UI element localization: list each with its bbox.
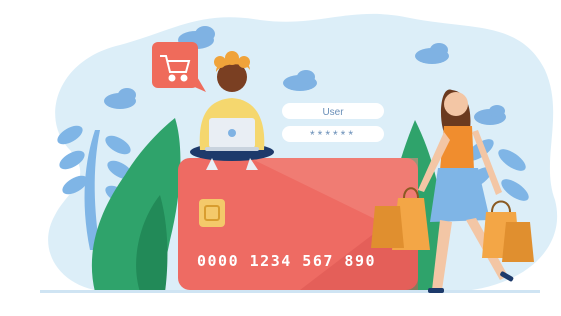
card-number: 0000 1234 567 890 [197, 252, 376, 270]
ground-line [40, 290, 540, 293]
card-chip-icon [199, 199, 225, 227]
shopping-cart-bubble [152, 42, 206, 92]
password-mask: ****** [310, 128, 356, 142]
laptop-logo-icon [228, 129, 236, 137]
username-label: User [322, 107, 344, 118]
illustration-scene: 0000 1234 567 890 User ****** [40, 13, 558, 293]
shopping-bag-left-back [371, 206, 404, 248]
laptop [205, 118, 259, 151]
